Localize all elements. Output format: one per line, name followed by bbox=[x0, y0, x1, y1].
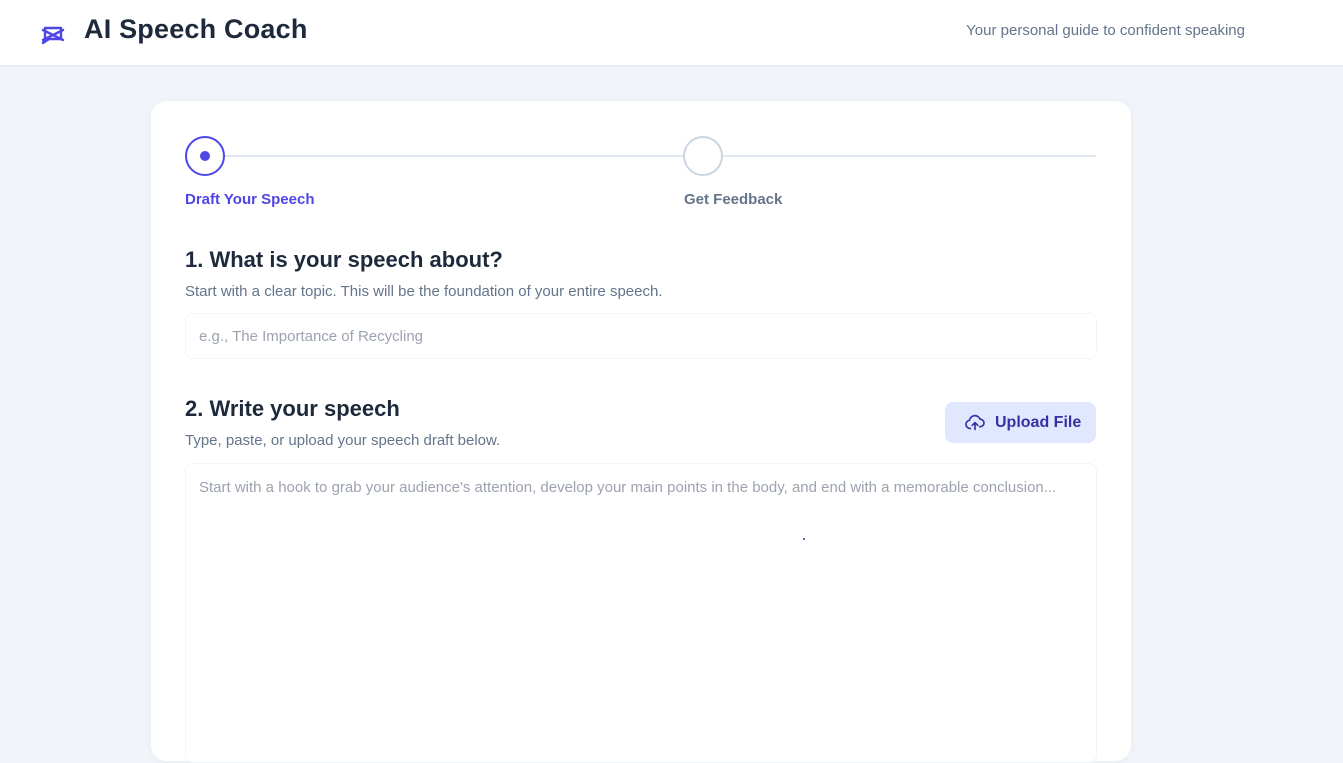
app-title: AI Speech Coach bbox=[84, 14, 308, 44]
speech-bubble-icon bbox=[41, 24, 65, 46]
upload-file-label: Upload File bbox=[995, 413, 1082, 431]
step-indicator-draft[interactable] bbox=[185, 136, 225, 176]
app-tagline: Your personal guide to confident speakin… bbox=[966, 22, 1245, 39]
topic-description: Start with a clear topic. This will be t… bbox=[185, 283, 663, 300]
topic-heading: 1. What is your speech about? bbox=[185, 247, 503, 272]
stepper-track-left bbox=[225, 155, 684, 157]
speech-editor-card: Draft Your Speech Get Feedback 1. What i… bbox=[151, 101, 1131, 763]
speech-description: Type, paste, or upload your speech draft… bbox=[185, 432, 501, 449]
step-active-marker bbox=[200, 151, 210, 161]
step-label-feedback[interactable]: Get Feedback bbox=[684, 191, 782, 208]
speech-textarea[interactable] bbox=[185, 463, 1097, 763]
step-label-draft[interactable]: Draft Your Speech bbox=[185, 191, 314, 208]
step-indicator-feedback[interactable] bbox=[683, 136, 723, 176]
app-header: AI Speech Coach Your personal guide to c… bbox=[0, 0, 1343, 66]
text-cursor bbox=[803, 538, 805, 540]
topic-input[interactable] bbox=[185, 313, 1097, 359]
stepper-track-right bbox=[723, 155, 1096, 157]
speech-heading: 2. Write your speech bbox=[185, 396, 400, 421]
cloud-upload-icon bbox=[965, 414, 985, 430]
upload-file-button[interactable]: Upload File bbox=[945, 402, 1096, 443]
